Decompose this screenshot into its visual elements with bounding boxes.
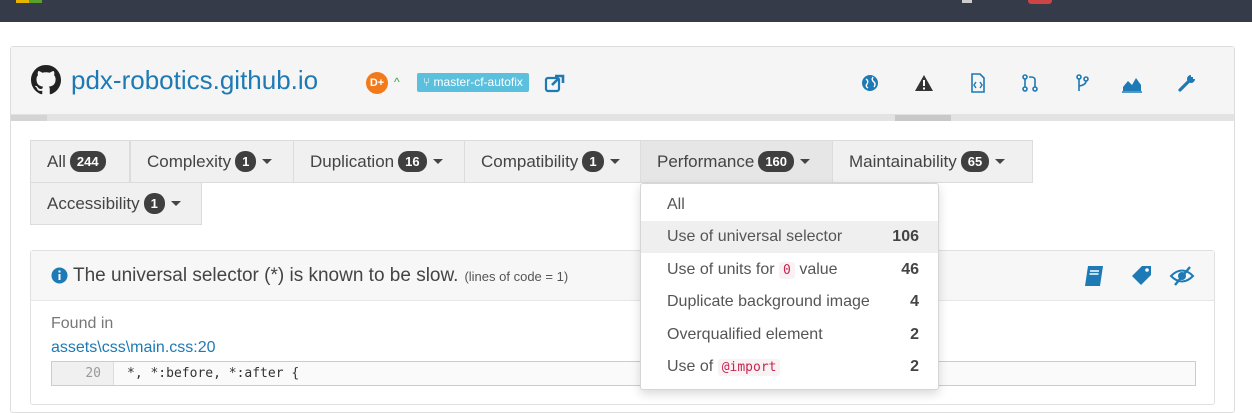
tab-count-badge: 160	[758, 151, 795, 172]
tab-compatibility[interactable]: Compatibility 1	[464, 140, 641, 183]
tag-icon[interactable]	[1129, 263, 1155, 289]
tab-all[interactable]: All 244	[30, 140, 130, 183]
wrench-icon[interactable]	[1177, 73, 1197, 93]
chevron-down-icon	[800, 159, 811, 164]
book-icon[interactable]	[1081, 263, 1107, 289]
tab-complexity[interactable]: Complexity 1	[130, 140, 294, 183]
grade-badge[interactable]: D+	[366, 72, 388, 94]
tab-label: Complexity	[147, 152, 232, 171]
branch-icon-small: ⑂	[423, 75, 434, 89]
dropdown-item-all[interactable]: All	[641, 189, 938, 221]
chevron-down-icon	[262, 159, 273, 164]
trend-up-icon: ^	[394, 75, 400, 89]
dropdown-item-count: 2	[910, 326, 919, 343]
branch-name: master-cf-autofix	[433, 75, 523, 89]
issue-card: The universal selector (*) is known to b…	[30, 250, 1215, 405]
file-location-link[interactable]: assets\css\main.css:20	[51, 339, 216, 357]
hide-icon[interactable]	[1169, 263, 1195, 289]
repo-header: pdx-robotics.github.io D+ ^ ⑂ master-cf-…	[11, 47, 1234, 115]
dropdown-item-import[interactable]: Use of @import 2	[641, 351, 938, 383]
dropdown-item-label-suffix: value	[794, 261, 838, 278]
tab-count-badge: 1	[235, 151, 257, 172]
dropdown-item-units-zero[interactable]: Use of units for 0 value 46	[641, 254, 938, 286]
tab-count-badge: 16	[398, 151, 427, 172]
share-icon[interactable]	[544, 72, 566, 94]
dropdown-item-label: Overqualified element	[667, 326, 823, 343]
dropdown-item-count: 46	[901, 261, 919, 278]
performance-dropdown-menu: All Use of universal selector 106 Use of …	[640, 183, 939, 390]
found-in-label: Found in	[51, 315, 114, 332]
active-section-indicator	[895, 115, 951, 121]
issue-header: The universal selector (*) is known to b…	[31, 251, 1214, 301]
tab-label: All	[47, 152, 66, 171]
dropdown-item-label: Use of	[667, 358, 718, 375]
chevron-down-icon	[432, 159, 443, 164]
dropdown-item-code: @import	[717, 359, 781, 376]
chevron-down-icon	[170, 201, 181, 206]
line-number: 20	[52, 362, 114, 385]
dropdown-item-count: 2	[910, 358, 919, 375]
code-file-icon[interactable]	[968, 73, 988, 93]
issue-title-text: The universal selector (*) is known to b…	[73, 265, 459, 286]
dropdown-item-label: Duplicate background image	[667, 293, 870, 310]
dropdown-item-duplicate-background[interactable]: Duplicate background image 4	[641, 286, 938, 318]
issue-meta: (lines of code = 1)	[464, 269, 569, 284]
issue-title: The universal selector (*) is known to b…	[73, 265, 568, 287]
tab-label: Maintainability	[849, 152, 957, 171]
tab-label: Duplication	[310, 152, 395, 171]
tab-label: Compatibility	[481, 152, 579, 171]
chevron-down-icon	[995, 159, 1006, 164]
navbar-badge-icon[interactable]	[1028, 0, 1052, 4]
branch-icon[interactable]	[1072, 73, 1092, 93]
dropdown-item-count: 4	[910, 293, 919, 310]
area-chart-icon[interactable]	[1121, 73, 1143, 93]
dropdown-item-count: 106	[892, 228, 919, 245]
repo-title[interactable]: pdx-robotics.github.io	[71, 65, 318, 96]
tab-accessibility[interactable]: Accessibility 1	[30, 182, 202, 225]
tab-count-badge: 65	[960, 151, 990, 172]
code-snippet: 20 *, *:before, *:after {	[51, 361, 1196, 386]
tab-count-badge: 1	[143, 193, 165, 214]
top-navbar	[0, 0, 1252, 22]
tab-duplication[interactable]: Duplication 16	[293, 140, 465, 183]
globe-icon[interactable]	[860, 73, 880, 93]
progress-strip	[11, 115, 1234, 121]
dropdown-item-overqualified[interactable]: Overqualified element 2	[641, 319, 938, 351]
dropdown-item-code: 0	[779, 262, 795, 279]
tab-label: Performance	[657, 152, 755, 171]
dropdown-item-universal-selector[interactable]: Use of universal selector 106	[641, 221, 938, 253]
branch-label[interactable]: ⑂ master-cf-autofix	[417, 73, 529, 92]
code-line: *, *:before, *:after {	[127, 366, 300, 381]
navbar-icon[interactable]	[962, 0, 972, 3]
chevron-down-icon	[609, 159, 620, 164]
tab-maintainability[interactable]: Maintainability 65	[832, 140, 1033, 183]
dropdown-item-label: All	[667, 196, 685, 213]
warning-icon[interactable]	[914, 73, 934, 93]
dropdown-item-label: Use of universal selector	[667, 228, 843, 245]
tab-label: Accessibility	[47, 194, 140, 213]
dropdown-item-label: Use of units for	[667, 261, 780, 278]
tab-count-badge: 244	[69, 151, 106, 172]
strip-segment	[11, 115, 47, 121]
github-icon	[31, 65, 61, 95]
tab-count-badge: 1	[582, 151, 604, 172]
info-icon	[51, 267, 68, 284]
app-logo[interactable]	[16, 0, 42, 3]
tab-performance[interactable]: Performance 160	[640, 140, 833, 183]
pull-request-icon[interactable]	[1020, 73, 1040, 93]
